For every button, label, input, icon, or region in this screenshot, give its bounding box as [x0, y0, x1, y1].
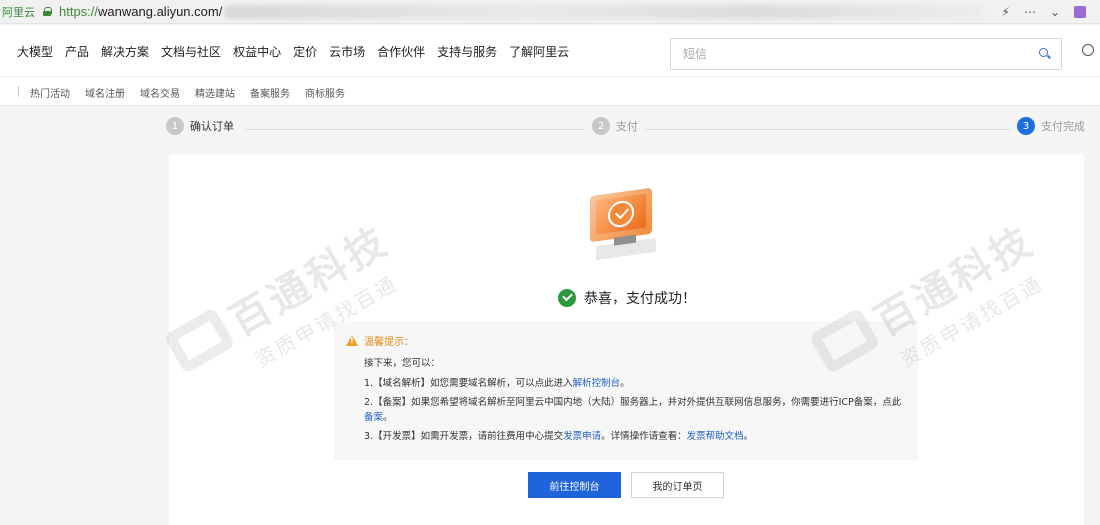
site-name: 阿里云	[2, 5, 35, 19]
warning-icon	[346, 335, 358, 346]
subnav-item-register[interactable]: 域名注册	[85, 85, 125, 100]
nav-item-support[interactable]: 支持与服务	[437, 43, 497, 60]
dns-console-link[interactable]: 解析控制台	[573, 378, 621, 389]
step-connector	[645, 129, 1010, 130]
url-blurred-part	[224, 4, 985, 19]
step-number: 2	[592, 117, 610, 135]
monitor-base	[596, 237, 656, 261]
tip-text: 2.【备案】如果您希望将域名解析至阿里云中国内地（大陆）服务器上，并对外提供互联…	[364, 397, 902, 408]
my-orders-button[interactable]: 我的订单页	[631, 472, 724, 498]
step-number: 3	[1017, 117, 1035, 135]
search-box	[670, 38, 1062, 70]
nav-item-solutions[interactable]: 解决方案	[101, 43, 149, 60]
lock-icon	[43, 7, 52, 16]
tip-mid: 。详情操作请查看：	[601, 431, 687, 442]
nav-item-about[interactable]: 了解阿里云	[509, 43, 569, 60]
step-label: 确认订单	[190, 120, 234, 133]
tips-header: 温馨提示：	[346, 333, 414, 348]
progress-steps: 1 确认订单 2 支付 3 支付完成	[0, 117, 1100, 141]
step-label: 支付完成	[1041, 120, 1085, 133]
subnav-item-trademark[interactable]: 商标服务	[305, 85, 345, 100]
step-label: 支付	[616, 120, 638, 133]
browser-toolbar-icons: ⚡ ⋯ ⌄	[1002, 0, 1100, 24]
chevron-down-icon[interactable]: ⌄	[1050, 5, 1060, 19]
tip-end: 。	[743, 431, 754, 442]
step-number: 1	[166, 117, 184, 135]
subnav-item-site[interactable]: 精选建站	[195, 85, 235, 100]
extension-icon[interactable]	[1074, 6, 1086, 18]
success-message: 恭喜，支付成功！	[558, 288, 696, 308]
step-complete: 3 支付完成	[1017, 117, 1085, 135]
monitor-screen	[596, 193, 646, 235]
url-domain: wanwang.aliyun.com/	[98, 4, 223, 19]
tips-box: 温馨提示： 接下来，您可以： 1.【域名解析】如您需要域名解析，可以点此进入解析…	[334, 321, 918, 460]
check-badge-icon	[608, 199, 634, 229]
invoice-apply-link[interactable]: 发票申请	[563, 431, 601, 442]
search-input[interactable]	[683, 39, 1023, 69]
nav-item-products[interactable]: 产品	[65, 43, 89, 60]
step-connector	[245, 129, 585, 130]
subnav-item-trade[interactable]: 域名交易	[140, 85, 180, 100]
nav-item-pricing[interactable]: 定价	[293, 43, 317, 60]
success-illustration	[580, 180, 670, 261]
nav-item-docs[interactable]: 文档与社区	[161, 43, 221, 60]
check-circle-icon	[558, 289, 576, 307]
browser-address-bar: 阿里云 https://wanwang.aliyun.com/ ⚡ ⋯ ⌄	[0, 0, 1100, 24]
url-field[interactable]: https://wanwang.aliyun.com/	[59, 4, 222, 19]
icp-link[interactable]: 备案	[364, 412, 383, 423]
tip-invoice: 3.【开发票】如需开发票，请前往费用中心提交发票申请。详情操作请查看：发票帮助文…	[364, 428, 753, 442]
tips-intro: 接下来，您可以：	[364, 358, 441, 369]
lightning-icon[interactable]: ⚡	[1002, 5, 1010, 19]
nav-item-marketplace[interactable]: 云市场	[329, 43, 365, 60]
search-icon[interactable]	[1039, 48, 1051, 60]
tip-icp-cont: 备案。	[364, 409, 393, 423]
tips-title: 温馨提示：	[364, 337, 414, 348]
subnav-divider	[18, 86, 19, 97]
step-confirm-order: 1 确认订单	[166, 117, 234, 135]
top-navigation: 大模型 产品 解决方案 文档与社区 权益中心 定价 云市场 合作伙伴 支持与服务…	[0, 25, 1100, 77]
invoice-help-link[interactable]: 发票帮助文档	[687, 431, 744, 442]
subnav-menu: 热门活动 域名注册 域名交易 精选建站 备案服务 商标服务	[30, 85, 360, 100]
go-console-button[interactable]: 前往控制台	[528, 472, 621, 498]
sub-navigation: 热门活动 域名注册 域名交易 精选建站 备案服务 商标服务	[0, 77, 1100, 106]
subnav-item-hot[interactable]: 热门活动	[30, 85, 70, 100]
tip-end: 。	[620, 378, 630, 389]
tip-dns: 1.【域名解析】如您需要域名解析，可以点此进入解析控制台。	[364, 375, 630, 389]
gear-icon[interactable]	[1082, 44, 1094, 56]
nav-item-llm[interactable]: 大模型	[17, 43, 53, 60]
url-host: https://	[59, 4, 99, 19]
success-title: 恭喜，支付成功！	[584, 291, 696, 307]
tip-end: 。	[383, 412, 393, 423]
subnav-item-icp[interactable]: 备案服务	[250, 85, 290, 100]
monitor-graphic	[590, 187, 652, 243]
tip-text: 1.【域名解析】如您需要域名解析，可以点此进入	[364, 378, 573, 389]
tip-text: 3.【开发票】如需开发票，请前往费用中心提交	[364, 431, 564, 442]
tip-icp: 2.【备案】如果您希望将域名解析至阿里云中国内地（大陆）服务器上，并对外提供互联…	[364, 394, 901, 408]
more-icon[interactable]: ⋯	[1024, 5, 1036, 19]
nav-item-benefits[interactable]: 权益中心	[233, 43, 281, 60]
step-payment: 2 支付	[592, 117, 638, 135]
nav-menu: 大模型 产品 解决方案 文档与社区 权益中心 定价 云市场 合作伙伴 支持与服务…	[17, 43, 581, 60]
nav-item-partners[interactable]: 合作伙伴	[377, 43, 425, 60]
